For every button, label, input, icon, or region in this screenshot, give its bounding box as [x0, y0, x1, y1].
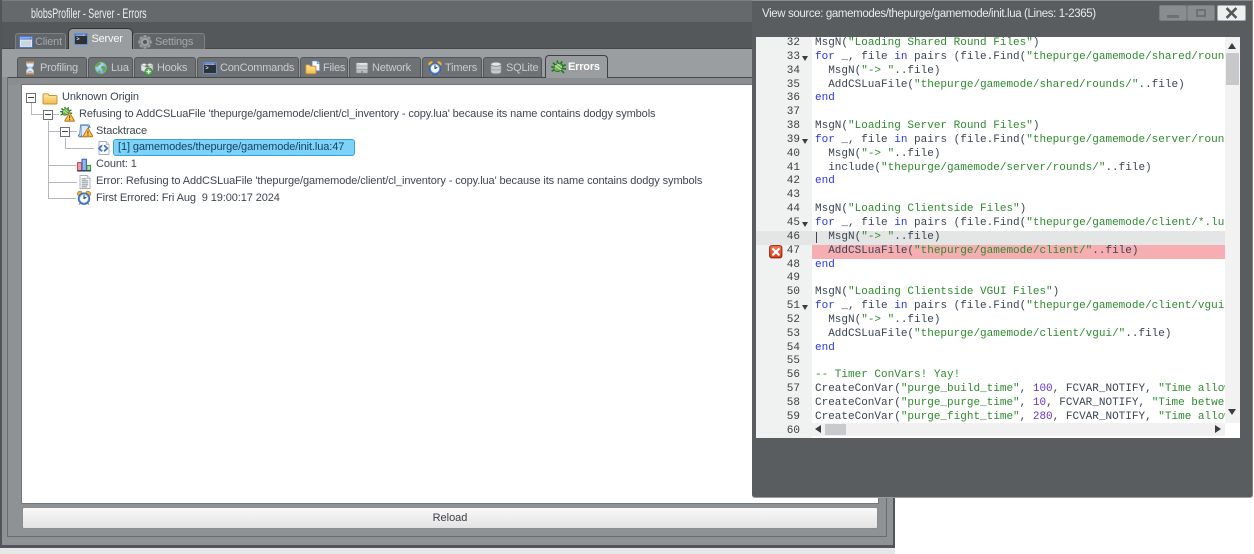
svg-text:>: > — [76, 37, 79, 43]
svg-text:>: > — [205, 65, 208, 71]
